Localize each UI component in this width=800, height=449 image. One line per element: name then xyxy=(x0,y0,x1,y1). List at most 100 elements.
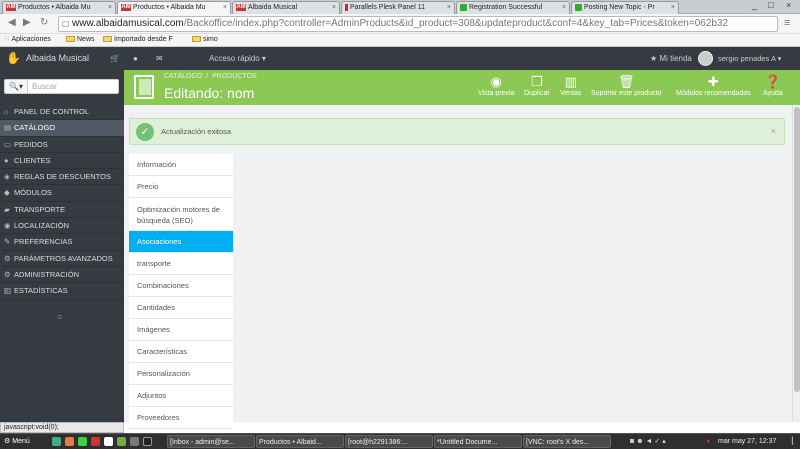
browser-tab-active[interactable]: AM Productos • Albaida Mu × xyxy=(117,1,231,14)
duplicate-button[interactable]: ❐ Duplicar xyxy=(524,74,550,97)
sidebar-item-advanced[interactable]: ⚙ PARÁMETROS AVANZADOS xyxy=(0,250,124,267)
search-scope-dropdown[interactable]: 🔍▾ xyxy=(5,80,28,93)
breadcrumb-products[interactable]: PRODUCTOS xyxy=(212,73,257,80)
folder-icon xyxy=(192,36,201,43)
tab-seo[interactable]: Optimización motores de búsqueda (SEO) xyxy=(129,198,233,231)
files-icon[interactable] xyxy=(117,437,126,446)
power-icon[interactable]: ◐ xyxy=(705,435,711,448)
tab-label: Albaida Musical xyxy=(248,4,298,11)
chrome-icon[interactable] xyxy=(78,437,87,446)
forward-icon[interactable]: ▶ xyxy=(23,17,31,28)
tab-suppliers[interactable]: Proveedores xyxy=(129,407,233,429)
close-icon[interactable]: × xyxy=(223,2,227,14)
bookmark-apps[interactable]: ⁙ Aplicaciones xyxy=(4,34,51,46)
tab-attachments[interactable]: Adjuntos xyxy=(129,385,233,407)
tab-combinations[interactable]: Combinaciones xyxy=(129,275,233,297)
recommended-modules-button[interactable]: ✚ Módulos recomendados xyxy=(676,74,751,97)
menu-icon[interactable]: ≡ xyxy=(784,17,790,29)
close-icon[interactable]: × xyxy=(562,2,566,14)
sidebar-item-customers[interactable]: ● CLIENTES xyxy=(0,152,124,170)
browser-tab[interactable]: Registration Successful × xyxy=(456,1,570,14)
show-desktop-icon[interactable]: ▏ xyxy=(790,435,797,448)
tab-associations[interactable]: Asociaciones xyxy=(129,231,233,253)
firefox-icon[interactable] xyxy=(65,437,74,446)
volume-icon: ◄ xyxy=(645,438,653,445)
start-menu-label: Menú xyxy=(12,438,30,445)
preview-button[interactable]: ◉ Vista previa xyxy=(478,74,514,97)
sidebar-item-localization[interactable]: ◉ LOCALIZACIÓN xyxy=(0,218,124,235)
document-icon[interactable] xyxy=(104,437,113,446)
desktop-icon[interactable] xyxy=(52,437,61,446)
tab-quantities[interactable]: Cantidades xyxy=(129,297,233,319)
maximize-icon[interactable]: □ xyxy=(768,0,773,10)
sidebar-item-stats[interactable]: ▥ ESTADÍSTICAS xyxy=(0,283,124,300)
quick-access-menu[interactable]: Acceso rápido ▾ xyxy=(209,47,266,70)
close-icon[interactable]: × xyxy=(108,2,112,14)
sidebar-item-catalog[interactable]: ▤ CATÁLOGO xyxy=(0,120,124,137)
prestashop-logo-icon: ✋ xyxy=(6,51,21,65)
my-store-link[interactable]: ★ Mi tienda xyxy=(650,47,692,70)
sidebar-item-dashboard[interactable]: ⌂ PANEL DE CONTROL xyxy=(0,104,124,121)
browser-tab[interactable]: AM Productos • Albaida Mu × xyxy=(2,1,116,14)
message-icon[interactable]: ✉ xyxy=(156,47,163,70)
tab-customization[interactable]: Personalización xyxy=(129,363,233,385)
tab-shipping[interactable]: transporte xyxy=(129,253,233,275)
user-menu[interactable]: sergio penades A ▾ xyxy=(718,47,781,70)
close-icon[interactable]: × xyxy=(771,126,776,136)
delete-product-button[interactable]: 🗑 Suprimir este producto xyxy=(591,74,661,97)
tab-features[interactable]: Características xyxy=(129,341,233,363)
help-button[interactable]: ❓ Ayuda xyxy=(763,74,783,97)
shop-name[interactable]: Albaida Musical xyxy=(26,47,89,70)
taskbar-window-editor[interactable]: *Untitled Docume... xyxy=(434,435,522,448)
customer-icon[interactable]: ● xyxy=(133,47,138,70)
sidebar-item-preferences[interactable]: ✎ PREFERENCIAS xyxy=(0,234,124,251)
bookmark-news[interactable]: News xyxy=(66,34,95,46)
taskbar-window-terminal[interactable]: [root@h2291386:... xyxy=(345,435,433,448)
sidebar-item-orders[interactable]: ▭ PEDIDOS xyxy=(0,136,124,153)
sidebar-item-shipping[interactable]: ▰ TRANSPORTE xyxy=(0,201,124,219)
taskbar-window-browser[interactable]: Productos • Albaid... xyxy=(256,435,344,448)
tab-images[interactable]: Imágenes xyxy=(129,319,233,341)
success-alert: ✓ Actualización exitosa × xyxy=(129,118,785,145)
sidebar-item-modules[interactable]: ◆ MÓDULOS xyxy=(0,185,124,202)
clock[interactable]: mar may 27, 12:37 xyxy=(716,435,776,448)
sidebar-item-administration[interactable]: ⚙ ADMINISTRACIÓN xyxy=(0,266,124,284)
browser-tab[interactable]: Posting New Topic - Pr × xyxy=(571,1,679,14)
taskbar-window-mail[interactable]: [Inbox - admin@se... xyxy=(167,435,255,448)
reload-icon[interactable]: ↻ xyxy=(40,17,48,28)
collapse-menu-icon[interactable]: ≡ xyxy=(57,312,62,322)
sidebar-item-discounts[interactable]: ◈ REGLAS DE DESCUENTOS xyxy=(0,169,124,186)
close-icon[interactable]: × xyxy=(447,2,451,14)
tray-icons[interactable]: ◙ ☻ ◄ ✓ ▴ xyxy=(628,435,666,448)
tab-price[interactable]: Precio xyxy=(129,176,233,198)
back-icon[interactable]: ◀ xyxy=(8,17,16,28)
calc-icon[interactable] xyxy=(130,437,139,446)
scrollbar[interactable] xyxy=(792,105,800,422)
sidebar-item-label: PANEL DE CONTROL xyxy=(14,107,90,116)
avatar[interactable] xyxy=(698,51,713,66)
cart-icon[interactable]: 🛒 xyxy=(110,47,120,70)
minimize-icon[interactable]: _ xyxy=(752,0,757,10)
close-icon[interactable]: × xyxy=(671,2,675,14)
bookmark-imported[interactable]: Importado desde F xyxy=(103,34,173,46)
opera-icon[interactable] xyxy=(91,437,100,446)
breadcrumb-catalog[interactable]: CATÁLOGO xyxy=(164,73,202,80)
url-path: /Backoffice/index.php?controller=AdminPr… xyxy=(183,18,729,29)
credit-card-icon: ▭ xyxy=(4,139,12,149)
wrench-icon: ✎ xyxy=(4,237,11,247)
close-window-icon[interactable]: × xyxy=(786,0,791,10)
sales-button[interactable]: ▥ Ventas xyxy=(560,74,581,97)
terminal-icon[interactable] xyxy=(143,437,152,446)
browser-tab[interactable]: Parallels Plesk Panel 11 × xyxy=(341,1,455,14)
start-menu-button[interactable]: ⚙ Menú xyxy=(2,435,30,448)
close-icon[interactable]: × xyxy=(332,2,336,14)
scrollbar-thumb[interactable] xyxy=(794,107,800,392)
search-input[interactable]: Buscar xyxy=(32,80,57,93)
address-bar[interactable]: ▢ www.albaidamusical.com/Backoffice/index… xyxy=(58,16,778,32)
tab-information[interactable]: Información xyxy=(129,154,233,176)
browser-tab[interactable]: AM Albaida Musical × xyxy=(232,1,340,14)
help-icon: ❓ xyxy=(764,74,781,89)
taskbar-window-vnc[interactable]: [VNC: root's X des... xyxy=(523,435,611,448)
sidebar-item-label: TRANSPORTE xyxy=(14,204,66,214)
bookmark-simo[interactable]: simo xyxy=(192,34,218,46)
